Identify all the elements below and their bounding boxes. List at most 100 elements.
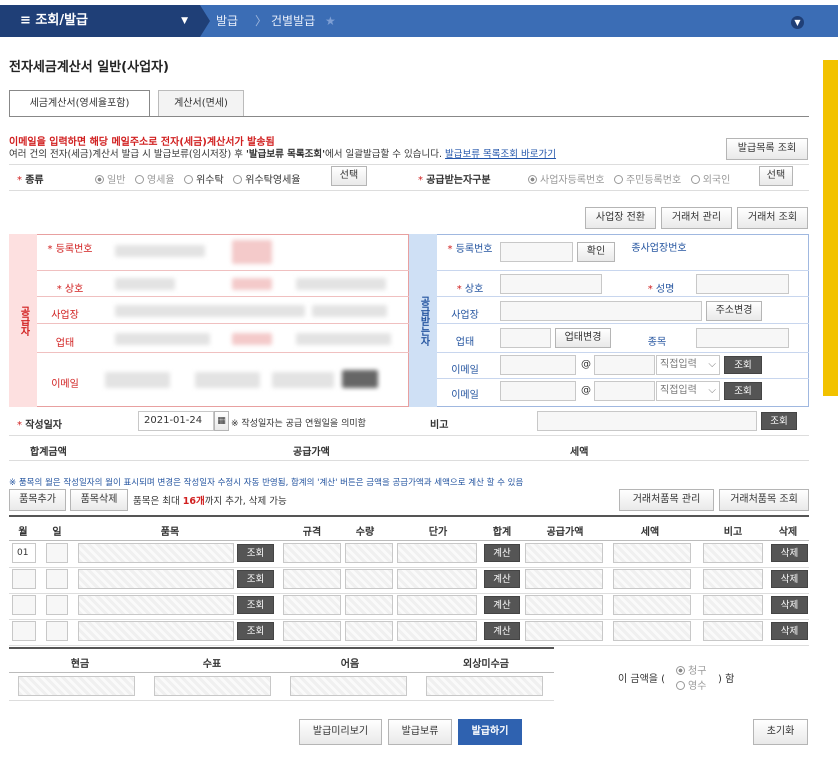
item-name-input[interactable] xyxy=(78,543,234,563)
tab-tax-invoice[interactable]: 세금계산서(영세율포함) xyxy=(9,90,150,116)
remark-input[interactable] xyxy=(703,569,763,589)
supply-input[interactable] xyxy=(525,543,603,563)
supply-input[interactable] xyxy=(525,621,603,641)
row-delete-button[interactable]: 삭제 xyxy=(771,596,808,614)
item-delete-button[interactable]: 품목삭제 xyxy=(70,489,128,511)
partner-item-search-button[interactable]: 거래처품목 조회 xyxy=(719,489,809,511)
buyer-ceo-input[interactable] xyxy=(696,274,789,294)
calendar-icon[interactable]: ▦ xyxy=(214,411,229,431)
remark-input[interactable] xyxy=(703,595,763,615)
reset-button[interactable]: 초기화 xyxy=(753,719,808,745)
receipt-radio[interactable]: 영수 xyxy=(676,677,706,692)
partner-item-manage-button[interactable]: 거래처품목 관리 xyxy=(619,489,714,511)
buyer-type-options[interactable]: 사업자등록번호 주민등록번호 외국인 xyxy=(528,171,730,186)
crumb-issue[interactable]: 발급 xyxy=(216,5,238,37)
row-delete-button[interactable]: 삭제 xyxy=(771,544,808,562)
item-search-button[interactable]: 조회 xyxy=(237,544,274,562)
item-add-button[interactable]: 품목추가 xyxy=(9,489,66,511)
tax-input[interactable] xyxy=(613,543,691,563)
item-name-input[interactable] xyxy=(78,595,234,615)
buyer-email1-domain[interactable] xyxy=(594,355,655,375)
partner-manage-button[interactable]: 거래처 관리 xyxy=(661,207,732,229)
buyer-email1-id[interactable] xyxy=(500,355,576,375)
price-input[interactable] xyxy=(397,543,477,563)
qty-input[interactable] xyxy=(345,621,393,641)
divider xyxy=(37,296,409,297)
month-input[interactable]: 01 xyxy=(12,543,36,563)
item-search-button[interactable]: 조회 xyxy=(237,570,274,588)
buyer-email2-domain[interactable] xyxy=(594,381,655,401)
qty-input[interactable] xyxy=(345,569,393,589)
email1-domain-select[interactable]: 직접입력 ⌵ xyxy=(656,355,720,375)
buyer-addr-input[interactable] xyxy=(500,301,702,321)
calc-button[interactable]: 계산 xyxy=(484,570,520,588)
biz-switch-button[interactable]: 사업장 전환 xyxy=(585,207,656,229)
spec-input[interactable] xyxy=(283,569,341,589)
email2-search-button[interactable]: 조회 xyxy=(724,382,762,400)
star-icon[interactable]: ★ xyxy=(325,5,336,37)
crumb-single-issue[interactable]: 건별발급 xyxy=(271,5,315,37)
preview-button[interactable]: 발급미리보기 xyxy=(299,719,382,745)
qty-input[interactable] xyxy=(345,595,393,615)
nav-menu[interactable]: ≡ 조회/발급 ▼ xyxy=(0,5,200,37)
tab-invoice-exempt[interactable]: 계산서(면세) xyxy=(158,90,244,116)
type-select-button[interactable]: 선택 xyxy=(331,166,367,186)
day-input[interactable] xyxy=(46,569,68,589)
calc-button[interactable]: 계산 xyxy=(484,622,520,640)
month-input[interactable] xyxy=(12,595,36,615)
issue-button[interactable]: 발급하기 xyxy=(458,719,522,745)
buyer-industry-input[interactable] xyxy=(500,328,551,348)
row-delete-button[interactable]: 삭제 xyxy=(771,570,808,588)
remark-input[interactable] xyxy=(537,411,757,431)
day-input[interactable] xyxy=(46,595,68,615)
chevron-down-circle-icon[interactable]: ▼ xyxy=(791,16,804,29)
hold-button[interactable]: 발급보류 xyxy=(388,719,452,745)
check-input[interactable] xyxy=(154,676,271,696)
address-change-button[interactable]: 주소변경 xyxy=(706,301,762,321)
item-name-input[interactable] xyxy=(78,569,234,589)
month-input[interactable] xyxy=(12,621,36,641)
remark-input[interactable] xyxy=(703,543,763,563)
tax-input[interactable] xyxy=(613,595,691,615)
remark-search-button[interactable]: 조회 xyxy=(761,412,797,430)
qty-input[interactable] xyxy=(345,543,393,563)
hold-list-link[interactable]: 발급보류 목록조회 바로가기 xyxy=(445,149,556,160)
buyer-type-select-button[interactable]: 선택 xyxy=(759,166,793,186)
row-delete-button[interactable]: 삭제 xyxy=(771,622,808,640)
type-options[interactable]: 일반 영세율 위수탁 위수탁영세율 xyxy=(95,171,300,186)
price-input[interactable] xyxy=(397,595,477,615)
buyer-item-input[interactable] xyxy=(696,328,789,348)
reg-confirm-button[interactable]: 확인 xyxy=(577,242,615,262)
cash-input[interactable] xyxy=(18,676,135,696)
day-input[interactable] xyxy=(46,543,68,563)
spec-input[interactable] xyxy=(283,621,341,641)
calc-button[interactable]: 계산 xyxy=(484,544,520,562)
spec-input[interactable] xyxy=(283,595,341,615)
buyer-reg-input[interactable] xyxy=(500,242,573,262)
industry-change-button[interactable]: 업태변경 xyxy=(555,328,611,348)
credit-input[interactable] xyxy=(426,676,543,696)
email1-search-button[interactable]: 조회 xyxy=(724,356,762,374)
date-input[interactable]: 2021-01-24 xyxy=(138,411,214,431)
email2-domain-select[interactable]: 직접입력 ⌵ xyxy=(656,381,720,401)
price-input[interactable] xyxy=(397,621,477,641)
tax-input[interactable] xyxy=(613,621,691,641)
issue-list-button[interactable]: 발급목록 조회 xyxy=(726,138,808,160)
note-input[interactable] xyxy=(290,676,407,696)
item-search-button[interactable]: 조회 xyxy=(237,596,274,614)
claim-radio[interactable]: 청구 xyxy=(676,662,706,677)
price-input[interactable] xyxy=(397,569,477,589)
calc-button[interactable]: 계산 xyxy=(484,596,520,614)
tax-input[interactable] xyxy=(613,569,691,589)
supply-input[interactable] xyxy=(525,595,603,615)
day-input[interactable] xyxy=(46,621,68,641)
month-input[interactable] xyxy=(12,569,36,589)
partner-search-button[interactable]: 거래처 조회 xyxy=(737,207,808,229)
supply-input[interactable] xyxy=(525,569,603,589)
item-name-input[interactable] xyxy=(78,621,234,641)
buyer-email2-id[interactable] xyxy=(500,381,576,401)
item-search-button[interactable]: 조회 xyxy=(237,622,274,640)
remark-input[interactable] xyxy=(703,621,763,641)
buyer-name-input[interactable] xyxy=(500,274,602,294)
spec-input[interactable] xyxy=(283,543,341,563)
